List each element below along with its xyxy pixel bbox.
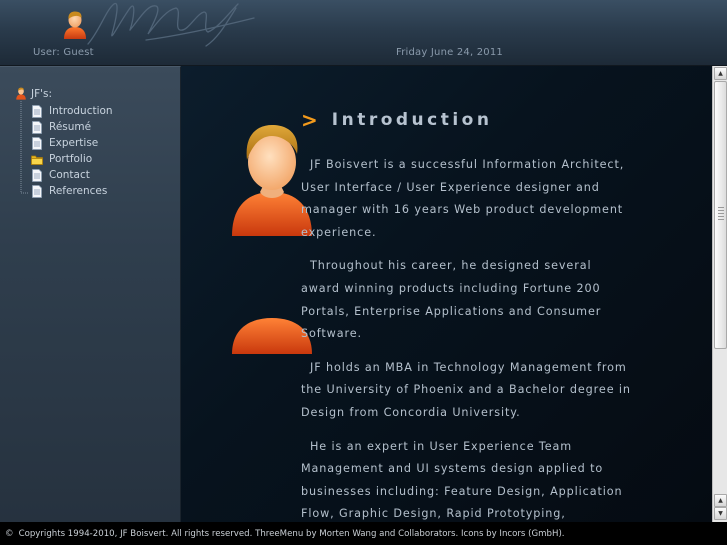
footer-copyright-text: Copyrights 1994-2010, JF Boisvert. All r… bbox=[18, 528, 565, 539]
intro-paragraph: He is an expert in User Experience Team … bbox=[301, 439, 623, 521]
user-avatar-icon bbox=[64, 11, 86, 39]
scrollbar-grip-icon bbox=[718, 207, 724, 221]
scroll-down-button[interactable]: ▼ bbox=[714, 507, 727, 520]
main-content-panel: > Introduction JF Boisvert is a successf… bbox=[181, 66, 712, 522]
sidebar-item-label: Introduction bbox=[49, 105, 113, 117]
tree-root-label: JF's: bbox=[31, 87, 53, 100]
scroll-up-button[interactable]: ▲ bbox=[714, 67, 727, 80]
tree-root-jfs[interactable]: JF's: bbox=[15, 87, 52, 100]
copyright-icon: © bbox=[5, 528, 14, 539]
scrollbar-thumb[interactable] bbox=[714, 81, 727, 349]
sidebar-item-expertise[interactable]: Expertise bbox=[31, 135, 98, 151]
document-icon bbox=[32, 184, 42, 198]
sidebar-item-introduction[interactable]: Introduction bbox=[31, 103, 113, 119]
document-icon bbox=[32, 120, 42, 134]
sidebar-item-label: Portfolio bbox=[49, 153, 93, 165]
document-icon bbox=[32, 168, 42, 182]
header-bar: User: Guest Friday June 24, 2011 bbox=[0, 0, 727, 66]
sidebar-item-portfolio[interactable]: Portfolio bbox=[31, 151, 92, 167]
user-avatar-icon bbox=[16, 87, 26, 100]
signature-logo-icon bbox=[87, 2, 255, 47]
folder-icon bbox=[31, 155, 43, 165]
page-title-text: Introduction bbox=[331, 110, 493, 130]
intro-text-block: JF Boisvert is a successful Information … bbox=[301, 154, 631, 522]
arrow-up-icon: ▲ bbox=[718, 496, 723, 504]
sidebar-item-resume[interactable]: Résumé bbox=[31, 119, 91, 135]
arrow-down-icon: ▼ bbox=[718, 509, 723, 517]
sidebar-item-label: Contact bbox=[49, 169, 90, 181]
intro-paragraph: JF Boisvert is a successful Information … bbox=[301, 158, 625, 239]
intro-paragraph: JF holds an MBA in Technology Management… bbox=[301, 360, 631, 419]
document-icon bbox=[32, 104, 42, 118]
footer-bar: © Copyrights 1994-2010, JF Boisvert. All… bbox=[0, 522, 727, 545]
sidebar-item-label: References bbox=[49, 185, 108, 197]
current-user-label: User: Guest bbox=[33, 47, 94, 58]
sidebar-item-references[interactable]: References bbox=[31, 183, 107, 199]
document-icon bbox=[32, 136, 42, 150]
sidebar-item-label: Expertise bbox=[49, 137, 99, 149]
intro-paragraph: Throughout his career, he designed sever… bbox=[301, 259, 602, 341]
current-date-label: Friday June 24, 2011 bbox=[396, 47, 503, 58]
vertical-scrollbar[interactable]: ▲ ▲ ▼ bbox=[712, 66, 727, 522]
page-title: > Introduction bbox=[301, 108, 492, 132]
sidebar-item-label: Résumé bbox=[49, 121, 92, 133]
sidebar-navigation: JF's: Introduction Résumé Expertise Port… bbox=[0, 66, 181, 522]
title-arrow-icon: > bbox=[301, 108, 318, 132]
arrow-up-icon: ▲ bbox=[718, 69, 723, 77]
sidebar-item-contact[interactable]: Contact bbox=[31, 167, 90, 183]
scroll-up-button-bottom[interactable]: ▲ bbox=[714, 494, 727, 507]
